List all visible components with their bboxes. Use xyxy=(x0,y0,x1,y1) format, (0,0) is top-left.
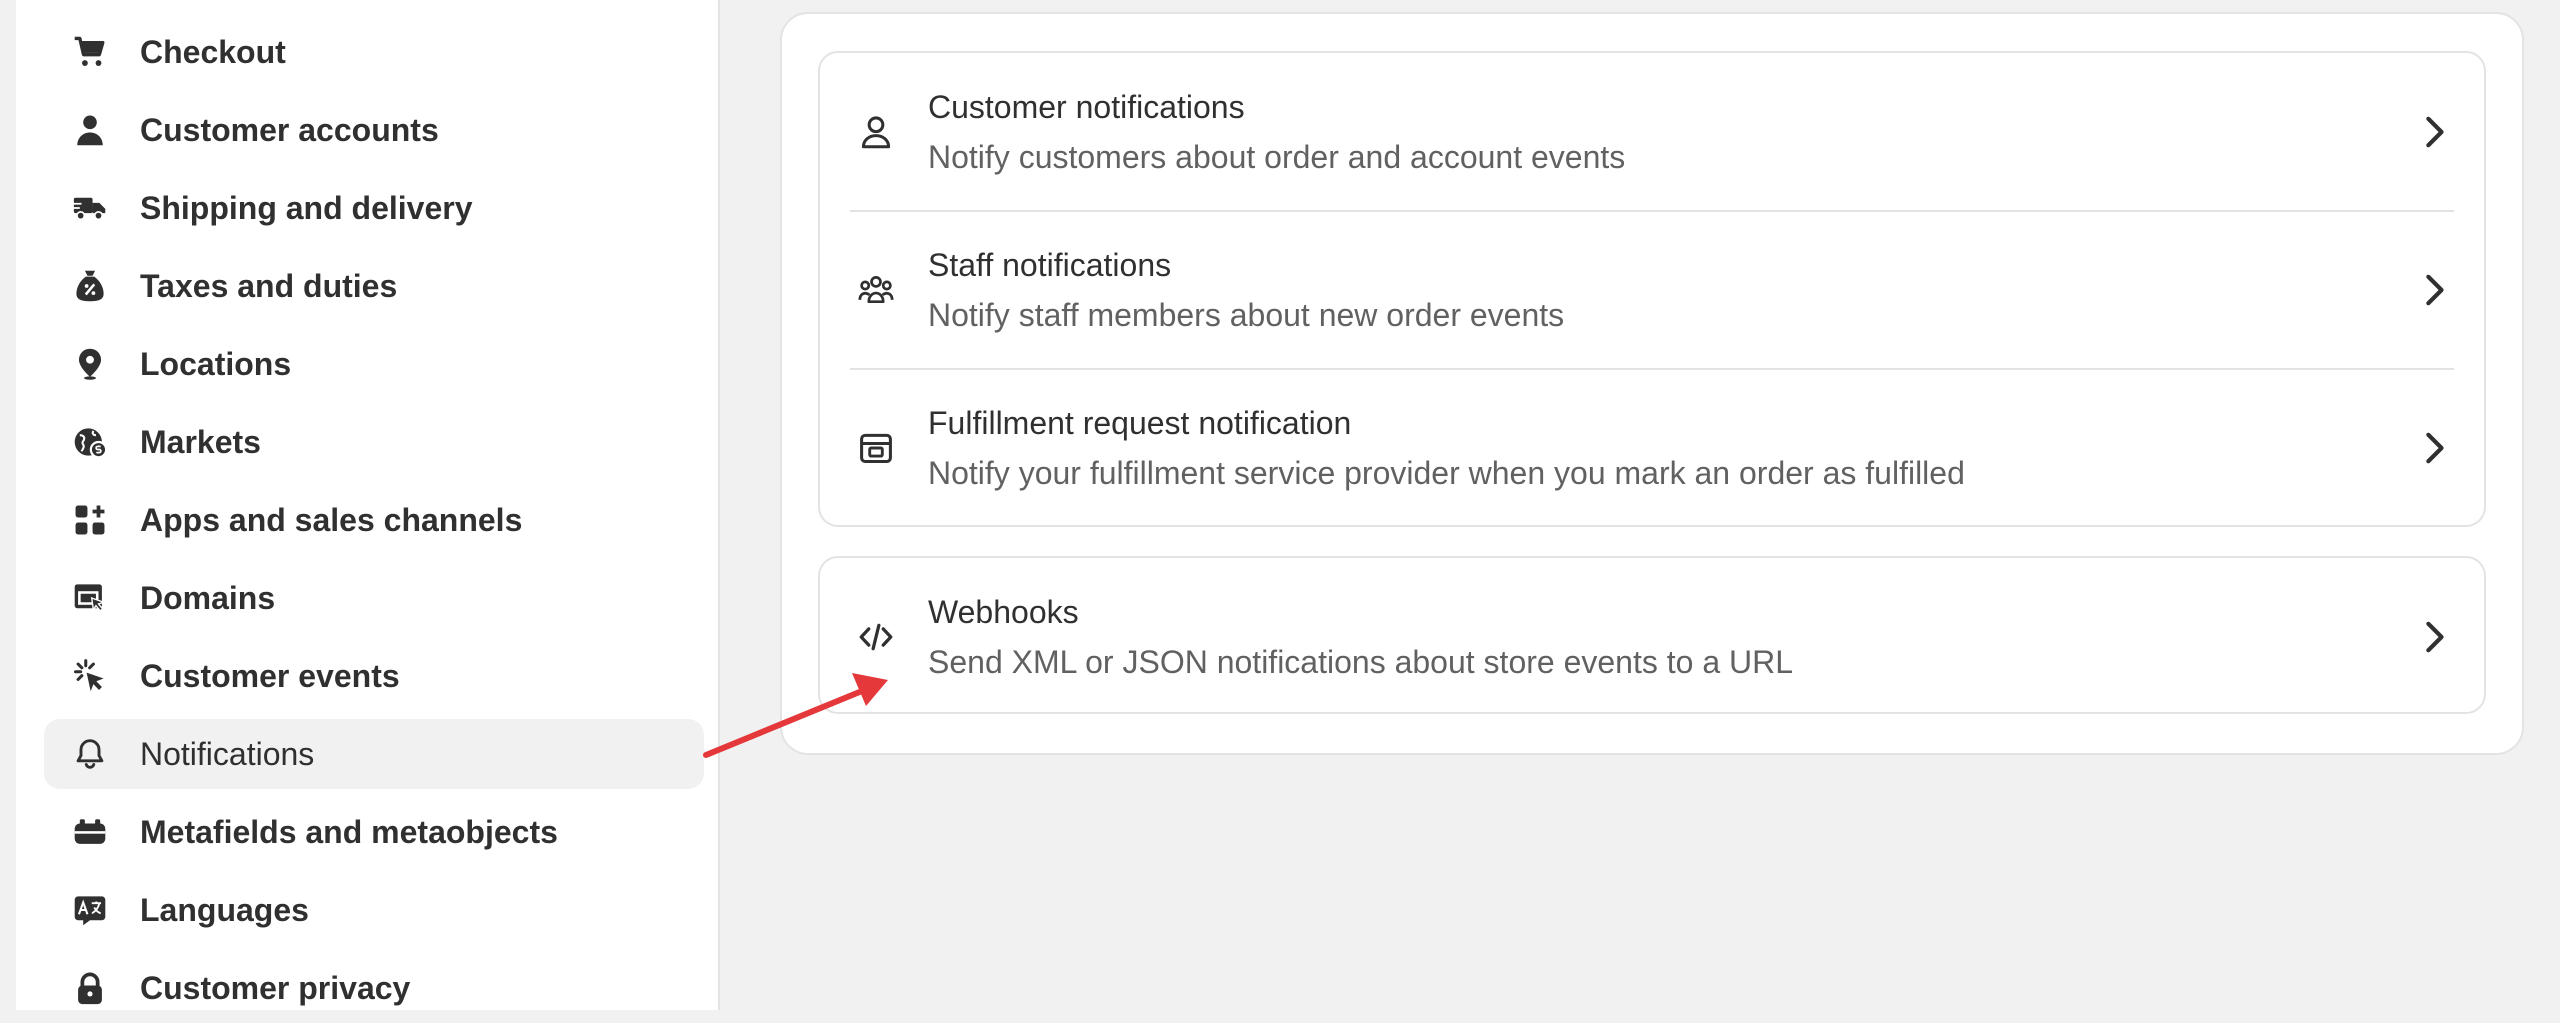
customer-notifications-row[interactable]: Customer notifications Notify customers … xyxy=(820,53,2484,211)
sidebar-item-languages[interactable]: Languages xyxy=(44,875,704,945)
row-title: Customer notifications xyxy=(928,89,1245,125)
row-title: Staff notifications xyxy=(928,247,1172,283)
sidebar-item-label: Markets xyxy=(140,424,261,460)
sidebar-item-metafields-and-metaobjects[interactable]: Metafields and metaobjects xyxy=(44,797,704,867)
sidebar-item-label: Languages xyxy=(140,892,309,928)
settings-sidebar: Checkout Customer accounts Shipping and … xyxy=(16,0,720,1010)
fulfillment-request-notification-row[interactable]: Fulfillment request notification Notify … xyxy=(820,369,2484,527)
row-description: Notify your fulfillment service provider… xyxy=(928,455,1965,491)
row-title: Webhooks xyxy=(928,594,1079,630)
sidebar-item-label: Customer events xyxy=(140,658,400,694)
chevron-right-icon xyxy=(2420,620,2448,654)
person-icon xyxy=(73,113,107,147)
lock-icon xyxy=(73,971,107,1005)
sidebar-item-customer-events[interactable]: Customer events xyxy=(44,641,704,711)
sidebar-item-label: Checkout xyxy=(140,34,286,70)
globe-icon xyxy=(73,425,107,459)
chevron-right-icon xyxy=(2420,431,2448,465)
sidebar-item-label: Locations xyxy=(140,346,292,382)
apps-icon xyxy=(73,503,107,537)
row-title: Fulfillment request notification xyxy=(928,405,1352,441)
code-icon xyxy=(858,619,894,655)
tax-bag-icon xyxy=(73,269,107,303)
sidebar-item-taxes-and-duties[interactable]: Taxes and duties xyxy=(44,251,704,321)
person-outline-icon xyxy=(858,114,894,150)
row-description: Notify staff members about new order eve… xyxy=(928,297,1565,333)
sidebar-item-locations[interactable]: Locations xyxy=(44,329,704,399)
sidebar-item-label: Shipping and delivery xyxy=(140,190,473,226)
staff-notifications-row[interactable]: Staff notifications Notify staff members… xyxy=(820,211,2484,369)
language-icon xyxy=(73,893,107,927)
sidebar-item-checkout[interactable]: Checkout xyxy=(44,17,704,87)
metafield-icon xyxy=(73,815,107,849)
sidebar-item-customer-privacy[interactable]: Customer privacy xyxy=(44,953,704,1023)
sidebar-item-apps-and-sales-channels[interactable]: Apps and sales channels xyxy=(44,485,704,555)
chevron-right-icon xyxy=(2420,115,2448,149)
webhooks-card: Webhooks Send XML or JSON notifications … xyxy=(818,556,2486,714)
cursor-click-icon xyxy=(73,659,107,693)
sidebar-item-domains[interactable]: Domains xyxy=(44,563,704,633)
sidebar-item-notifications[interactable]: Notifications xyxy=(44,719,704,789)
sidebar-item-label: Domains xyxy=(140,580,276,616)
sidebar-item-label: Customer accounts xyxy=(140,112,439,148)
cart-icon xyxy=(73,35,107,69)
sidebar-item-label: Taxes and duties xyxy=(140,268,398,304)
sidebar-item-customer-accounts[interactable]: Customer accounts xyxy=(44,95,704,165)
sidebar-item-label: Notifications xyxy=(140,736,315,772)
row-description: Send XML or JSON notifications about sto… xyxy=(928,644,1794,680)
bell-icon xyxy=(73,737,107,771)
domain-icon xyxy=(73,581,107,615)
truck-icon xyxy=(73,191,107,225)
notifications-card: Customer notifications Notify customers … xyxy=(818,51,2486,527)
location-pin-icon xyxy=(73,347,107,381)
row-description: Notify customers about order and account… xyxy=(928,139,1626,175)
chevron-right-icon xyxy=(2420,273,2448,307)
sidebar-item-label: Metafields and metaobjects xyxy=(140,814,558,850)
sidebar-item-label: Customer privacy xyxy=(140,970,411,1006)
sidebar-item-label: Apps and sales channels xyxy=(140,502,523,538)
store-icon xyxy=(858,430,894,466)
webhooks-row[interactable]: Webhooks Send XML or JSON notifications … xyxy=(820,558,2484,716)
sidebar-item-markets[interactable]: Markets xyxy=(44,407,704,477)
people-icon xyxy=(858,272,894,308)
sidebar-item-shipping-and-delivery[interactable]: Shipping and delivery xyxy=(44,173,704,243)
